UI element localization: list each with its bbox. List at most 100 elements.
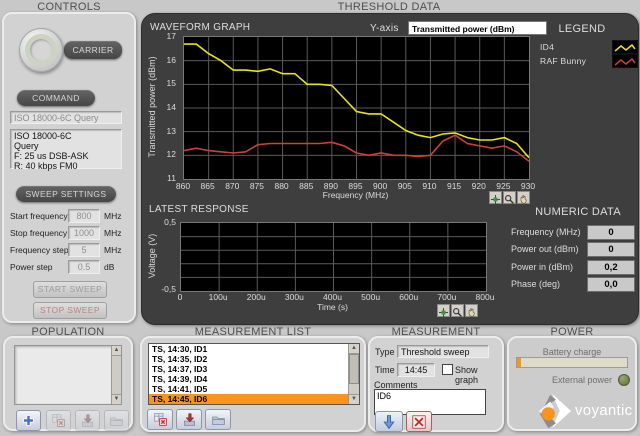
latest-ytick-top: 0,5	[142, 217, 176, 227]
voyantic-logo-icon	[535, 392, 573, 430]
stop-frequency-label: Stop frequency	[10, 228, 67, 238]
zoom-icon[interactable]	[451, 304, 464, 317]
external-power-led	[618, 374, 630, 386]
carrier-ring-icon	[25, 34, 57, 66]
start-frequency-field[interactable]: 800	[68, 209, 100, 223]
numeric-frequency-value: 0	[587, 225, 635, 240]
tick-label: 700u	[434, 292, 460, 302]
measurement-listbox[interactable]: TS, 14:30, ID1TS, 14:35, ID2TS, 14:37, I…	[148, 343, 360, 405]
start-frequency-label: Start frequency	[10, 211, 68, 221]
population-add-button[interactable]	[16, 410, 41, 431]
measurement-list-item[interactable]: TS, 14:30, ID1	[149, 344, 349, 354]
scrollbar-thumb[interactable]	[349, 354, 359, 384]
measurement-list-item[interactable]: TS, 14:37, ID3	[149, 364, 349, 374]
latest-response-plot	[180, 222, 487, 292]
tick-label: 400u	[320, 292, 346, 302]
legend-title: LEGEND	[552, 23, 612, 35]
population-open-button[interactable]	[104, 410, 129, 431]
measurement-delete-button[interactable]	[147, 409, 173, 430]
stop-frequency-field[interactable]: 1000	[68, 226, 100, 240]
waveform-graph-palette	[489, 191, 530, 204]
sweep-settings-header: SWEEP SETTINGS	[16, 186, 116, 202]
measurement-list-item[interactable]: TS, 14:45, ID6	[149, 394, 349, 404]
measurement-open-button[interactable]	[205, 409, 231, 430]
tick-label: 17	[142, 31, 176, 41]
tick-label: 12	[142, 149, 176, 159]
tick-label: 800u	[472, 292, 498, 302]
scroll-down-icon[interactable]: ▼	[112, 394, 121, 404]
save-measurement-button[interactable]	[375, 411, 403, 432]
start-sweep-button[interactable]: START SWEEP	[33, 281, 107, 298]
tick-label: 300u	[281, 292, 307, 302]
population-panel: ▲ ▼	[3, 336, 133, 431]
frequency-step-label: Frequency step	[10, 245, 69, 255]
delete-icon	[153, 412, 168, 427]
battery-charge-label: Battery charge	[509, 347, 635, 357]
population-listbox[interactable]: ▲ ▼	[14, 345, 122, 405]
voyantic-brand-text: voyantic	[575, 402, 632, 419]
latest-ylabel: Voltage (V)	[147, 222, 157, 290]
time-field[interactable]: 14:45	[397, 363, 435, 377]
measurement-list-item[interactable]: TS, 14:35, ID2	[149, 354, 349, 364]
controls-panel: CARRIER COMMAND ISO 18000-6C Query ISO 1…	[2, 12, 136, 323]
measurement-save-button[interactable]	[176, 409, 202, 430]
legend-swatch-id4[interactable]	[612, 40, 638, 54]
crosshair-icon[interactable]	[437, 304, 450, 317]
pan-hand-icon[interactable]	[465, 304, 478, 317]
measurement-list-item[interactable]: TS, 14:41, ID5	[149, 384, 349, 394]
carrier-button[interactable]	[19, 28, 63, 72]
tick-label: 15	[142, 78, 176, 88]
measurement-list-scrollbar[interactable]: ▲ ▼	[348, 344, 359, 404]
frequency-step-unit: MHz	[104, 245, 121, 255]
measurement-panel: Type Threshold sweep Time 14:45 Show gra…	[368, 336, 504, 432]
latest-graph-palette	[437, 304, 478, 317]
carrier-label: CARRIER	[64, 41, 122, 59]
stop-sweep-button[interactable]: STOP SWEEP	[33, 302, 107, 319]
population-scrollbar[interactable]: ▲ ▼	[111, 346, 121, 404]
down-arrow-icon	[381, 414, 397, 430]
show-graph-checkbox[interactable]	[442, 364, 453, 375]
threshold-data-title: THRESHOLD DATA	[141, 1, 637, 13]
legend-swatch-raf-bunny[interactable]	[612, 54, 638, 68]
yaxis-dropdown[interactable]: Transmitted power (dBm)	[408, 21, 547, 35]
measurement-list-item[interactable]: TS, 14:39, ID4	[149, 374, 349, 384]
save-icon	[80, 413, 95, 428]
scroll-up-icon[interactable]: ▲	[112, 346, 121, 356]
numeric-power-in-label: Power in (dBm)	[511, 262, 573, 272]
close-icon	[412, 415, 426, 429]
tick-label: 600u	[396, 292, 422, 302]
folder-icon	[109, 413, 124, 428]
app-window: CONTROLS CARRIER COMMAND ISO 18000-6C Qu…	[0, 0, 640, 436]
population-delete-button[interactable]	[46, 410, 71, 431]
power-step-field[interactable]: 0.5	[68, 260, 100, 274]
waveform-xlabel: Frequency (MHz)	[183, 190, 528, 200]
command-details-box: ISO 18000-6C Query F: 25 us DSB-ASK R: 4…	[10, 129, 122, 169]
power-step-unit: dB	[104, 262, 114, 272]
tick-label: 13	[142, 126, 176, 136]
type-label: Type	[375, 347, 395, 357]
latest-response-title: LATEST RESPONSE	[149, 204, 249, 215]
zoom-icon[interactable]	[503, 191, 516, 204]
delete-icon	[51, 413, 66, 428]
command-preset-dropdown[interactable]: ISO 18000-6C Query	[10, 111, 122, 124]
yaxis-label: Y-axis	[370, 23, 399, 34]
external-power-label: External power	[509, 375, 612, 385]
numeric-data-title: NUMERIC DATA	[528, 206, 628, 218]
pan-hand-icon[interactable]	[517, 191, 530, 204]
crosshair-icon[interactable]	[489, 191, 502, 204]
type-dropdown[interactable]: Threshold sweep	[397, 345, 489, 358]
scroll-up-icon[interactable]: ▲	[349, 344, 359, 354]
legend-item-raf-bunny: RAF Bunny	[540, 56, 586, 66]
population-save-button[interactable]	[75, 410, 100, 431]
waveform-ytick-labels: 17161514131211	[142, 36, 180, 178]
tick-label: 100u	[205, 292, 231, 302]
numeric-power-out-value: 0	[587, 242, 635, 257]
command-header: COMMAND	[17, 90, 95, 106]
time-label: Time	[375, 365, 395, 375]
discard-measurement-button[interactable]	[406, 411, 432, 432]
frequency-step-field[interactable]: 5	[68, 243, 100, 257]
latest-xtick-labels: 0100u200u300u400u500u600u700u800u	[180, 292, 485, 302]
folder-icon	[211, 412, 226, 427]
scroll-down-icon[interactable]: ▼	[349, 394, 359, 404]
power-step-label: Power step	[10, 262, 53, 272]
